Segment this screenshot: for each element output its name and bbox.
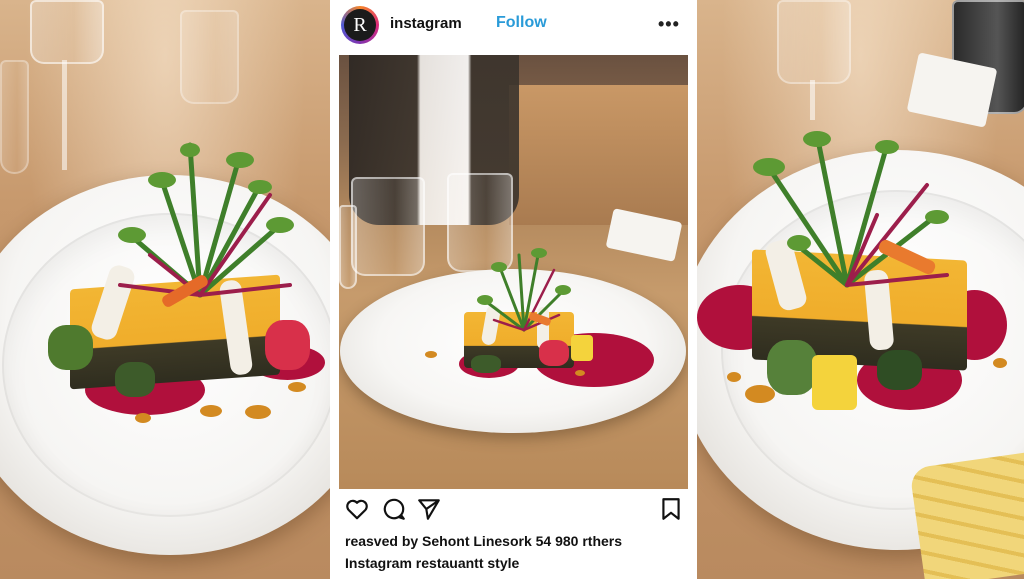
glass-stem [62,60,67,170]
post-caption: Instagram restauantt style [345,555,520,571]
microgreens-garnish [118,142,294,307]
pesto-piece [115,362,155,397]
sauce-dot [745,385,775,403]
wine-glass [30,0,104,64]
sauce-dot [135,413,151,423]
post-username[interactable]: instagram [390,15,462,32]
sauce-dot [200,405,222,417]
microgreens-garnish [753,131,949,288]
water-glass [351,177,425,276]
sauce-dot [727,372,741,382]
microgreens-garnish [477,248,571,332]
water-glass [180,10,239,104]
pesto-piece [471,355,501,373]
wine-glass [777,0,851,84]
sauce-dot [993,358,1007,368]
glass-stem [810,80,815,120]
background-photo-left [0,0,330,579]
pesto-piece [877,350,922,390]
instagram-post-card: R instagram Follow ••• reasved by Sehont… [330,0,697,579]
heart-icon[interactable] [344,496,370,522]
sauce-dot [425,351,437,358]
bookmark-icon[interactable] [658,496,684,522]
water-glass [339,205,357,289]
fries-garnish [909,452,1024,579]
squash-cube [812,355,857,410]
likes-text: reasved by Sehont Linesork 54 980 rthers [345,533,623,549]
profile-avatar[interactable]: R [341,6,379,44]
avatar-letter: R [344,9,376,41]
follow-button[interactable]: Follow [496,14,547,32]
sauce-dot [575,370,585,376]
post-header: R instagram Follow ••• [330,0,697,52]
post-photo[interactable] [339,55,688,489]
sauce-dot [288,382,306,392]
sauce-dot [245,405,271,419]
background-photo-right [697,0,1024,579]
comment-icon[interactable] [381,496,407,522]
zucchini-piece [48,325,93,370]
send-icon[interactable] [416,496,442,522]
water-glass [0,60,29,174]
wooden-shelf [509,85,688,225]
post-actions [330,496,697,526]
zucchini-piece [767,340,817,395]
more-options-icon[interactable]: ••• [658,14,680,35]
